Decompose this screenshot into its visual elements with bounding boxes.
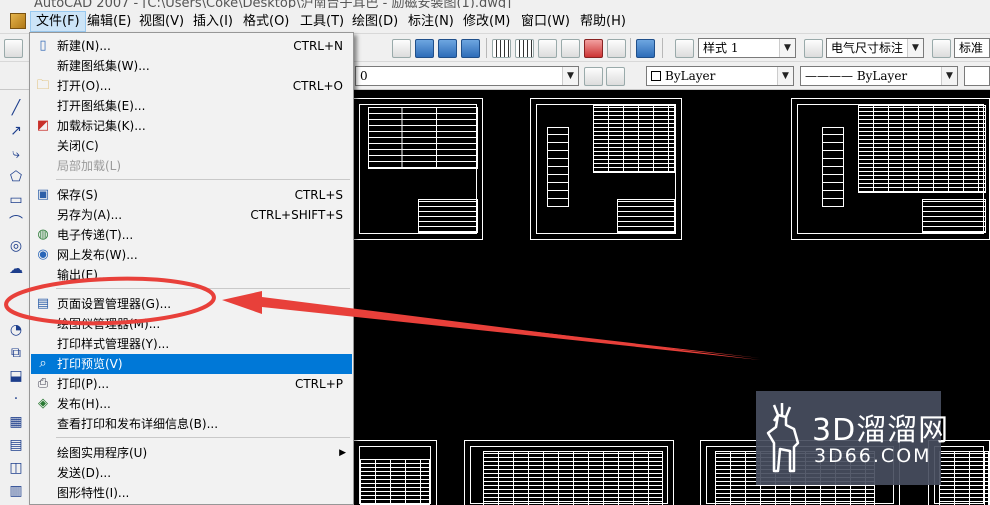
menu-item-plot[interactable]: ⎙ 打印(P)... CTRL+P xyxy=(31,374,352,394)
region-icon[interactable]: ◫ xyxy=(8,460,24,476)
help-icon[interactable] xyxy=(636,39,655,58)
dim-style-select[interactable]: 电气尺寸标注 ▼ xyxy=(826,38,924,58)
menu-help[interactable]: 帮助(H) xyxy=(575,11,631,32)
window-title: AutoCAD 2007 - [C:\Users\Coke\Desktop\沪南… xyxy=(34,0,512,8)
polygon-icon[interactable]: ⬠ xyxy=(8,169,24,185)
color-select[interactable]: ByLayer ▼ xyxy=(646,66,794,86)
menu-tools[interactable]: 工具(T) xyxy=(295,11,349,32)
deer-logo-icon xyxy=(766,403,800,473)
menu-item-send[interactable]: 发送(D)... xyxy=(31,463,352,483)
sheet-set-icon[interactable] xyxy=(561,39,580,58)
text-style-select[interactable]: 样式 1 ▼ xyxy=(698,38,796,58)
menu-item-page-setup-manager[interactable]: ▤ 页面设置管理器(G)... xyxy=(31,294,352,314)
menu-item-etransmit[interactable]: ◍ 电子传递(T)... xyxy=(31,225,352,245)
menu-item-new-sheet-set[interactable]: 新建图纸集(W)... xyxy=(31,56,352,76)
drawing-sheet-4 xyxy=(353,440,437,505)
menu-format[interactable]: 格式(O) xyxy=(238,11,294,32)
print-icon: ⎙ xyxy=(37,376,49,391)
lineweight-select[interactable] xyxy=(964,66,990,86)
menu-item-plotter-manager[interactable]: 绘图仪管理器(M)... xyxy=(31,314,352,334)
menu-dimension[interactable]: 标注(N) xyxy=(403,11,459,32)
publish-icon: ◈ xyxy=(38,396,48,411)
file-menu-dropdown: ▯ 新建(N)... CTRL+N 新建图纸集(W)... 🗀 打开(O)... C… xyxy=(29,32,354,505)
drawing-sheet-1 xyxy=(353,98,483,240)
menu-item-drawing-utilities[interactable]: 绘图实用程序(U) ▶ xyxy=(31,443,352,463)
menu-item-open[interactable]: 🗀 打开(O)... CTRL+O xyxy=(31,76,352,96)
gradient-icon[interactable]: ▤ xyxy=(8,437,24,453)
submenu-arrow-icon: ▶ xyxy=(339,448,346,458)
menu-item-publish-web[interactable]: ◉ 网上发布(W)... xyxy=(31,245,352,265)
menu-item-plot-preview[interactable]: ⌕ 打印预览(V) xyxy=(31,354,352,374)
hatch-icon[interactable]: ▦ xyxy=(8,414,24,430)
menu-item-save-as[interactable]: 另存为(A)... CTRL+SHIFT+S xyxy=(31,205,352,225)
zoom-previous-icon[interactable] xyxy=(461,39,480,58)
menu-view[interactable]: 视图(V) xyxy=(134,11,189,32)
menu-item-partial-load: 局部加载(L) xyxy=(57,159,122,173)
table-icon[interactable]: ▥ xyxy=(8,483,24,499)
new-file-icon: ▯ xyxy=(39,38,47,53)
plot-preview-icon: ⌕ xyxy=(39,356,47,371)
polyline-icon[interactable]: ⤷ xyxy=(8,146,24,162)
menu-item-plot-publish-details[interactable]: 查看打印和发布详细信息(B)... xyxy=(31,414,352,434)
zoom-realtime-icon[interactable] xyxy=(415,39,434,58)
markup-set-icon[interactable] xyxy=(584,39,603,58)
watermark-domain: 3D66.COM xyxy=(814,445,932,467)
title-bar: AutoCAD 2007 - [C:\Users\Coke\Desktop\沪南… xyxy=(0,0,990,8)
dim-style-icon[interactable] xyxy=(804,39,823,58)
revcloud-icon[interactable]: ☁ xyxy=(8,261,24,277)
design-center-icon[interactable] xyxy=(515,39,534,58)
calculator-icon[interactable] xyxy=(607,39,626,58)
make-block-icon[interactable]: ⬓ xyxy=(8,368,24,384)
etransmit-icon: ◍ xyxy=(37,227,49,242)
menu-edit[interactable]: 编辑(E) xyxy=(82,11,136,32)
menu-item-export[interactable]: 输出(E)... xyxy=(31,265,352,285)
autocad-app-icon[interactable] xyxy=(10,13,26,29)
point-icon[interactable]: · xyxy=(8,391,24,407)
layer-select[interactable]: 0 ▼ xyxy=(355,66,579,86)
watermark-logo: 3D溜溜网 3D66.COM xyxy=(756,391,948,485)
menu-window[interactable]: 窗口(W) xyxy=(516,11,575,32)
menu-item-close[interactable]: 关闭(C) xyxy=(31,136,352,156)
circle-icon[interactable]: ◎ xyxy=(8,238,24,254)
menu-draw[interactable]: 绘图(D) xyxy=(347,11,403,32)
menu-item-publish[interactable]: ◈ 发布(H)... xyxy=(31,394,352,414)
ellipse-arc-icon[interactable]: ◔ xyxy=(8,322,24,338)
menu-item-plot-style-manager[interactable]: 打印样式管理器(Y)... xyxy=(31,334,352,354)
publish-web-icon: ◉ xyxy=(37,247,49,262)
properties-icon[interactable] xyxy=(492,39,511,58)
menu-item-save[interactable]: ▣ 保存(S) CTRL+S xyxy=(31,185,352,205)
arc-icon[interactable]: ⌒ xyxy=(8,215,24,231)
table-style-select[interactable]: 标准 xyxy=(954,38,990,58)
page-setup-icon: ▤ xyxy=(36,296,50,311)
draw-toolbar: ╱ ↗ ⤷ ⬠ ▭ ⌒ ◎ ☁ ◔ ⧉ ⬓ · ▦ ▤ ◫ ▥ xyxy=(0,90,30,505)
tool-palettes-icon[interactable] xyxy=(538,39,557,58)
linetype-select[interactable]: ———— ByLayer ▼ xyxy=(800,66,958,86)
watermark-title: 3D溜溜网 xyxy=(812,413,950,448)
menu-item-new[interactable]: ▯ 新建(N)... CTRL+N xyxy=(31,36,352,56)
line-icon[interactable]: ╱ xyxy=(8,100,24,116)
menu-modify[interactable]: 修改(M) xyxy=(458,11,515,32)
rectangle-icon[interactable]: ▭ xyxy=(8,192,24,208)
drawing-sheet-2 xyxy=(530,98,682,240)
save-icon: ▣ xyxy=(36,187,50,202)
qnew-icon[interactable] xyxy=(4,39,23,58)
insert-block-icon[interactable]: ⧉ xyxy=(8,345,24,361)
pan-icon[interactable] xyxy=(392,39,411,58)
menu-item-open-sheet-set[interactable]: 打开图纸集(E)... xyxy=(31,96,352,116)
menu-item-drawing-properties[interactable]: 图形特性(I)... xyxy=(31,483,352,503)
drawing-sheet-3 xyxy=(791,98,990,240)
drawing-sheet-5 xyxy=(464,440,674,505)
menu-bar: 文件(F) 编辑(E) 视图(V) 插入(I) 格式(O) 工具(T) 绘图(D… xyxy=(0,8,990,34)
make-object-layer-current-icon[interactable] xyxy=(584,67,603,86)
zoom-window-icon[interactable] xyxy=(438,39,457,58)
table-style-icon[interactable] xyxy=(932,39,951,58)
open-folder-icon: 🗀 xyxy=(36,78,50,93)
menu-file[interactable]: 文件(F) xyxy=(30,11,86,32)
menu-insert[interactable]: 插入(I) xyxy=(188,11,238,32)
layer-previous-icon[interactable] xyxy=(606,67,625,86)
markup-icon: ◩ xyxy=(36,118,50,133)
menu-item-load-markup-set[interactable]: ◩ 加载标记集(K)... xyxy=(31,116,352,136)
text-style-icon[interactable] xyxy=(675,39,694,58)
construction-line-icon[interactable]: ↗ xyxy=(8,123,24,139)
